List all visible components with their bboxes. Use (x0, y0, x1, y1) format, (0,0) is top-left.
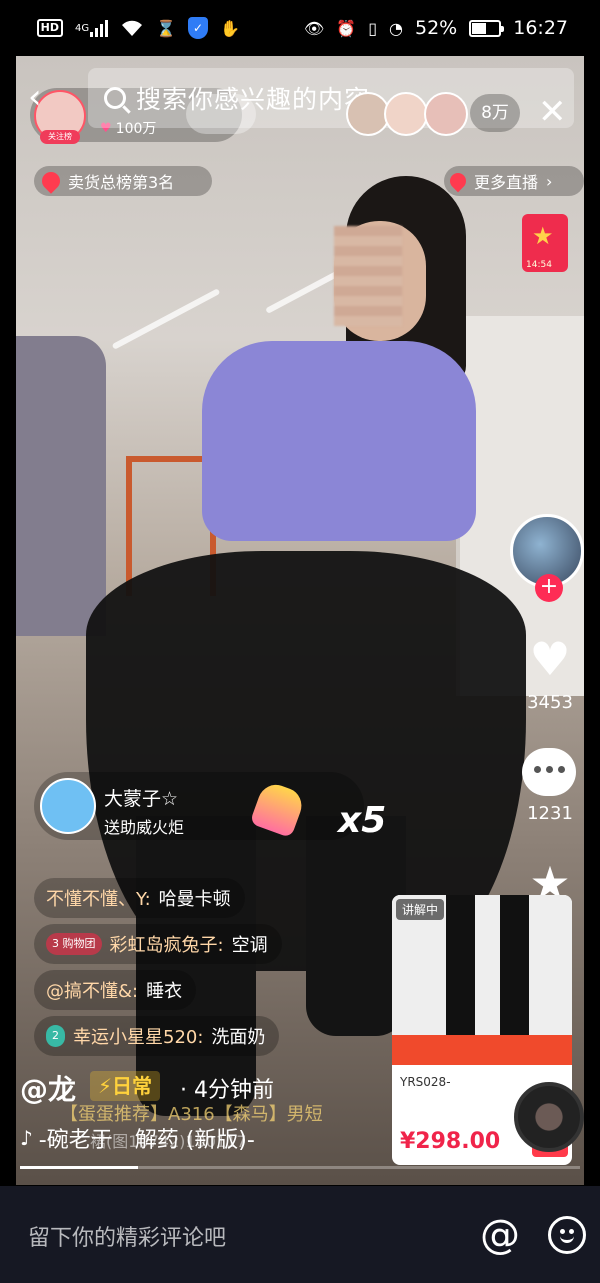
flame-icon (38, 168, 64, 194)
more-live-button[interactable]: 更多直播 › (444, 166, 584, 196)
battery-fill (472, 22, 486, 34)
level-badge: 2 (46, 1025, 65, 1047)
vibrate-icon: ▯ (368, 18, 378, 38)
like-heart-icon[interactable]: ♥ (522, 632, 578, 686)
like-count: 3453 (527, 692, 573, 713)
follow-plus-icon[interactable]: + (535, 574, 563, 602)
fan-badge: 3 购物团 (46, 933, 102, 955)
product-price: ¥298.00 (400, 1129, 501, 1154)
viewers-count[interactable]: 8万 (470, 94, 520, 132)
viewer-avatar[interactable] (424, 92, 468, 136)
music-disc-icon[interactable] (514, 1082, 584, 1152)
pant-leg-right (306, 816, 406, 1036)
music-title: -碗老于 解药 (新版)- (38, 1128, 255, 1153)
flame-icon (446, 169, 470, 193)
search-icon (104, 87, 126, 109)
chat-message[interactable]: 2 幸运小星星520: 洗面奶 (34, 1016, 280, 1056)
video-progress[interactable] (20, 1166, 580, 1169)
close-icon[interactable]: ✕ (538, 92, 567, 132)
comment-count: 1231 (527, 803, 573, 824)
star-icon: ★ (532, 222, 554, 250)
signal-icon: 4G (75, 16, 109, 40)
alarm-icon: ⏰ (336, 18, 357, 38)
eye-icon: 👁 (303, 18, 325, 38)
wifi-icon (120, 16, 144, 40)
more-live-label: 更多直播 (474, 173, 539, 192)
chat-text: 空调 (231, 935, 268, 956)
lightning-icon: ⚡ (98, 1074, 113, 1098)
chat-user: @搞不懂&: (46, 981, 139, 1002)
gift-description: 送助威火炬 (104, 818, 185, 837)
emoji-icon[interactable] (548, 1216, 586, 1254)
clock: 16:27 (513, 17, 568, 39)
progress-fill (20, 1166, 138, 1169)
viewer-avatar[interactable] (384, 92, 428, 136)
chat-user: 彩虹岛疯兔子: (109, 935, 224, 956)
explaining-badge: 讲解中 (396, 899, 445, 920)
gift-multiplier: x5 (338, 800, 387, 841)
gift-sender-name: 大蒙子☆ (104, 788, 179, 810)
chat-message[interactable]: @搞不懂&: 睡衣 (34, 970, 197, 1010)
network-label: 4G (75, 22, 90, 34)
daily-tag-label: 日常 (112, 1074, 153, 1098)
author-handle[interactable]: @龙 (20, 1068, 76, 1108)
nfc-icon: ◔ (389, 18, 403, 38)
post-time: · 4分钟前 (180, 1078, 274, 1103)
red-envelope-icon[interactable]: ★ 14:54 (522, 214, 568, 272)
floating-notes-icon: ♫ (476, 1068, 496, 1093)
red-envelope-timer: 14:54 (526, 260, 552, 270)
gift-sender-avatar[interactable] (40, 778, 96, 834)
host-shirt (202, 341, 476, 541)
daily-tag[interactable]: ⚡日常 (90, 1071, 161, 1101)
sales-rank-pill[interactable]: 卖货总榜第3名 (34, 166, 212, 196)
product-banner (392, 1035, 572, 1065)
chat-text: 洗面奶 (211, 1027, 266, 1048)
ceiling-light (111, 288, 221, 350)
chevron-right-icon: › (546, 171, 553, 191)
chat-text: 睡衣 (146, 981, 183, 1002)
status-bar: HD 4G ⌛ ✓ ✋ 👁 ⏰ ▯ ◔ 52% 16:27 (0, 0, 600, 56)
chat-message[interactable]: 不懂不懂、Y: 哈曼卡顿 (34, 878, 245, 918)
host-tag: 关注榜 (40, 130, 80, 144)
search-placeholder: 搜索你感兴趣的内容 (136, 85, 371, 114)
comment-input[interactable]: 留下你的精彩评论吧 (28, 1220, 226, 1252)
chat-text: 哈曼卡顿 (158, 889, 231, 910)
comment-icon[interactable] (522, 748, 576, 796)
at-mention-icon[interactable]: @ (480, 1212, 520, 1258)
face-mosaic (334, 226, 402, 326)
chat-user: 幸运小星星520: (73, 1027, 204, 1048)
chat-message[interactable]: 3 购物团 彩虹岛疯兔子: 空调 (34, 924, 282, 964)
battery-percent: 52% (415, 17, 458, 39)
shield-icon: ✓ (188, 17, 209, 39)
music-note-icon: ♪ (20, 1126, 33, 1150)
chat-user: 不懂不懂、Y: (46, 889, 151, 910)
hd-icon: HD (36, 19, 64, 37)
music-row[interactable]: ♪ -碗老于 解药 (新版)- (20, 1122, 255, 1154)
back-arrow-icon[interactable]: ‹ (28, 78, 58, 116)
hourglass-icon: ⌛ (156, 18, 177, 38)
assistant-arm (16, 336, 106, 636)
hand-icon: ✋ (220, 18, 240, 38)
battery-icon (469, 19, 505, 37)
sales-rank-label: 卖货总榜第3名 (68, 173, 175, 192)
